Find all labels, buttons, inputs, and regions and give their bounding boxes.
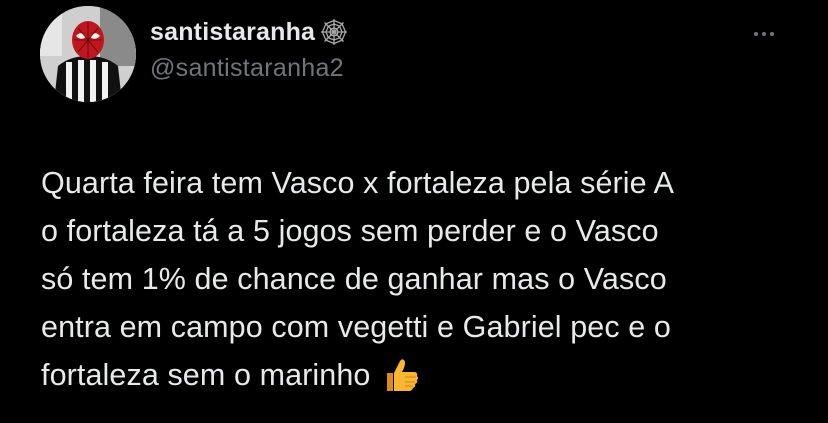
tweet-text: Quarta feira tem Vasco x fortaleza pela … bbox=[41, 159, 801, 399]
more-dot bbox=[754, 32, 758, 36]
spider-web-icon bbox=[319, 17, 349, 47]
thumbs-up-icon bbox=[381, 357, 421, 393]
tweet-card: santistaranha @santistaranha2 Quarta fei… bbox=[0, 0, 828, 423]
tweet-text-line: fortaleza sem o marinho bbox=[41, 358, 371, 392]
tweet-text-line: Quarta feira tem Vasco x fortaleza pela … bbox=[41, 166, 675, 200]
more-options-icon[interactable] bbox=[744, 22, 784, 46]
more-dot bbox=[770, 32, 774, 36]
display-name-row: santistaranha bbox=[150, 14, 349, 50]
display-name[interactable]: santistaranha bbox=[150, 18, 315, 47]
tweet-text-line: o fortaleza tá a 5 jogos sem perder e o … bbox=[41, 214, 659, 248]
tweet-text-line: entra em campo com vegetti e Gabriel pec… bbox=[41, 310, 671, 344]
tweet-text-line: só tem 1% de chance de ganhar mas o Vasc… bbox=[41, 262, 667, 296]
avatar-image bbox=[40, 6, 136, 102]
user-handle[interactable]: @santistaranha2 bbox=[150, 54, 349, 83]
more-dot bbox=[762, 32, 766, 36]
tweet-text-last-line: fortaleza sem o marinho bbox=[41, 351, 801, 399]
avatar[interactable] bbox=[40, 6, 136, 102]
user-info: santistaranha @santistaranha2 bbox=[150, 14, 349, 83]
